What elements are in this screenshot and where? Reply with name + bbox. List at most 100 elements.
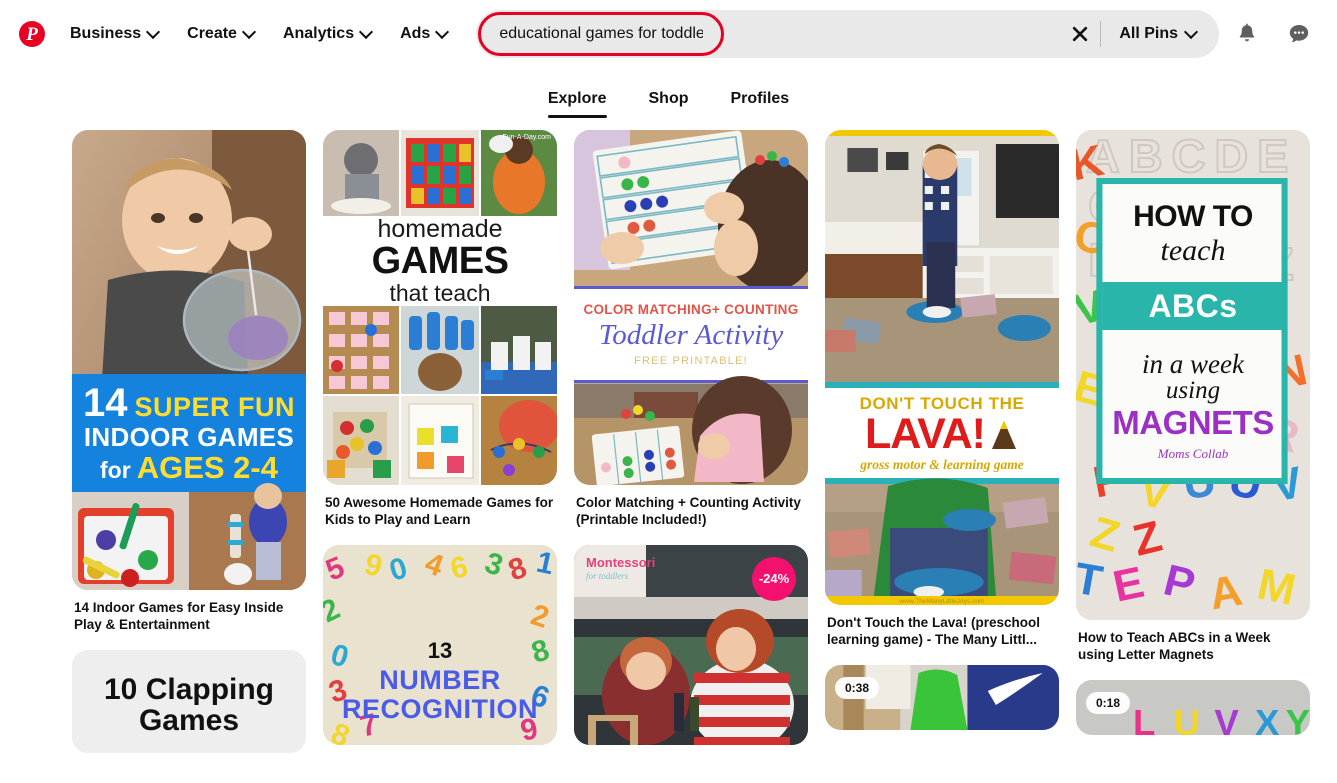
discount-badge: -24% <box>752 556 796 601</box>
pin-image-clapping-games[interactable]: 10 Clapping Games <box>72 649 306 753</box>
tab-shop-label: Shop <box>648 90 689 107</box>
nav-label-ads: Ads <box>400 25 431 42</box>
all-pins-filter-button[interactable]: All Pins <box>1101 15 1215 53</box>
tab-explore-label: Explore <box>547 90 607 107</box>
nav-label-business: Business <box>70 25 142 42</box>
overlay-line-7: Moms Collab <box>1157 446 1229 462</box>
overlay-line-3: that teach <box>389 279 491 306</box>
svg-text:Montessori: Montessori <box>586 555 655 570</box>
svg-text:for toddlers: for toddlers <box>586 571 629 581</box>
pin-overlay-text-3: in a week using MAGNETS Moms Collab <box>1076 332 1310 478</box>
pin-image-number-recognition[interactable]: 5 9 0 4 6 3 8 1 2 0 3 8 7 2 8 6 9 13 NUM… <box>323 544 557 745</box>
svg-text:C: C <box>1172 130 1206 182</box>
overlay-line-6: MAGNETS <box>1112 404 1274 442</box>
grid-column-3: COLOR MATCHING+ COUNTING Toddler Activit… <box>574 130 808 745</box>
pin-image-video-038[interactable]: 0:38 <box>825 664 1059 730</box>
nav-item-business[interactable]: Business <box>56 16 173 52</box>
bell-icon <box>1239 23 1255 42</box>
pin-title-homemade-games: 50 Awesome Homemade Games for Kids to Pl… <box>325 495 554 528</box>
tab-explore[interactable]: Explore <box>547 90 607 118</box>
pin-card-teach-abcs[interactable]: ABC DE OKM PZ K O V E N R I F V <box>1076 130 1310 664</box>
overlay-line-2: SUPER FUN <box>134 392 295 423</box>
pinterest-logo-button[interactable]: P <box>8 10 56 58</box>
pin-card-montessori[interactable]: Montessori for toddlers -24% <box>574 544 808 745</box>
video-duration-badge: 0:18 <box>1086 691 1131 714</box>
pin-card-dont-touch-lava[interactable]: www.TheManyLittleJoys.com DON'T TOUCH TH… <box>825 130 1059 649</box>
overlay-line-2: teach <box>1160 233 1226 267</box>
pin-image-color-matching[interactable]: COLOR MATCHING+ COUNTING Toddler Activit… <box>574 130 808 485</box>
search-input-container[interactable] <box>478 12 725 56</box>
pin-artwork: Fun-A-Day.com <box>323 130 557 485</box>
tab-profiles-label: Profiles <box>730 90 790 107</box>
overlay-line-2: LAVA! <box>865 409 986 458</box>
overlay-line-1: homemade <box>377 215 503 244</box>
tab-profiles[interactable]: Profiles <box>731 90 790 118</box>
messages-button[interactable] <box>1275 10 1323 58</box>
nav-label-analytics: Analytics <box>282 25 355 42</box>
overlay-line-1: 10 Clapping <box>103 672 275 706</box>
overlay-line-2: NUMBER <box>379 665 501 696</box>
svg-text:D: D <box>1214 130 1248 182</box>
pin-image-dont-touch-lava[interactable]: www.TheManyLittleJoys.com DON'T TOUCH TH… <box>825 130 1059 605</box>
chevron-down-icon <box>244 27 255 38</box>
overlay-line-2: Games <box>138 704 240 738</box>
notifications-button[interactable] <box>1223 10 1271 58</box>
pin-image-video-018[interactable]: L U V X Y 0:18 <box>1076 679 1310 735</box>
pin-card-homemade-games[interactable]: Fun-A-Day.com homemade GAMES that teach … <box>323 130 557 529</box>
overlay-line-5: using <box>1165 377 1221 405</box>
close-icon <box>1073 26 1088 42</box>
pin-overlay-text: HOW TO teach <box>1076 188 1310 280</box>
pin-title-color-matching: Color Matching + Counting Activity (Prin… <box>576 495 801 528</box>
pin-overlay-text: homemade GAMES that teach <box>323 215 557 306</box>
chevron-down-icon <box>437 27 448 38</box>
pin-card-number-recognition[interactable]: 5 9 0 4 6 3 8 1 2 0 3 8 7 2 8 6 9 13 NUM… <box>323 544 557 745</box>
video-duration-badge: 0:38 <box>835 676 880 699</box>
pin-card-video-018[interactable]: L U V X Y 0:18 <box>1076 679 1310 735</box>
pin-card-clapping-games[interactable]: 10 Clapping Games <box>72 649 306 753</box>
grid-column-1: 14 SUPER FUN INDOOR GAMES for AGES 2-4 1… <box>72 130 306 753</box>
overlay-line-1: HOW TO <box>1133 199 1253 233</box>
svg-text:www.TheManyLittleJoys.com: www.TheManyLittleJoys.com <box>898 598 985 605</box>
tab-shop[interactable]: Shop <box>649 90 689 118</box>
overlay-line-1: 13 <box>427 638 453 664</box>
svg-text:X: X <box>1255 702 1279 735</box>
overlay-line-2: GAMES <box>371 240 509 283</box>
pin-card-video-038[interactable]: 0:38 <box>825 664 1059 730</box>
search-bar: All Pins <box>476 10 1219 58</box>
pin-overlay-text: DON'T TOUCH THE LAVA! gross motor & lear… <box>825 388 1059 478</box>
nav-item-analytics[interactable]: Analytics <box>269 16 386 52</box>
pin-image-teach-abcs[interactable]: ABC DE OKM PZ K O V E N R I F V <box>1076 130 1310 620</box>
nav-item-create[interactable]: Create <box>173 16 269 52</box>
pin-title-dont-touch-lava: Don't Touch the Lava! (preschool learnin… <box>827 615 1040 648</box>
svg-text:V: V <box>1214 702 1238 735</box>
pin-card-indoor-games[interactable]: 14 SUPER FUN INDOOR GAMES for AGES 2-4 1… <box>72 130 306 634</box>
top-navigation-bar: P Business Create Analytics Ads All Pins <box>0 0 1337 68</box>
overlay-line-3: gross motor & learning game <box>860 456 1024 472</box>
search-input[interactable] <box>499 25 704 43</box>
pin-card-color-matching[interactable]: COLOR MATCHING+ COUNTING Toddler Activit… <box>574 130 808 529</box>
pin-image-indoor-games[interactable]: 14 SUPER FUN INDOOR GAMES for AGES 2-4 <box>72 130 306 590</box>
overlay-line-3: INDOOR GAMES <box>83 422 295 453</box>
pin-image-montessori[interactable]: Montessori for toddlers -24% <box>574 544 808 745</box>
pin-overlay-text-2: ABCs <box>1076 282 1310 330</box>
pin-image-homemade-games[interactable]: Fun-A-Day.com homemade GAMES that teach <box>323 130 557 485</box>
volcano-icon <box>992 421 1016 450</box>
overlay-line-3: ABCs <box>1148 288 1238 324</box>
nav-item-ads[interactable]: Ads <box>386 16 462 52</box>
pinterest-logo-icon: P <box>19 21 45 47</box>
overlay-line-2: Toddler Activity <box>598 319 784 352</box>
chevron-down-icon <box>361 27 372 38</box>
svg-text:U: U <box>1174 702 1200 735</box>
overlay-line-3: RECOGNITION <box>341 693 538 724</box>
chevron-down-icon <box>1186 27 1197 38</box>
svg-text:L: L <box>1133 702 1155 735</box>
svg-text:Fun-A-Day.com: Fun-A-Day.com <box>503 134 552 141</box>
overlay-line-3: FREE PRINTABLE! <box>634 355 748 368</box>
svg-text:Y: Y <box>1286 702 1310 735</box>
nav-label-create: Create <box>187 25 237 42</box>
overlay-line-1: 14 <box>82 381 128 426</box>
pin-results-grid: 14 SUPER FUN INDOOR GAMES for AGES 2-4 1… <box>0 130 1337 753</box>
grid-column-2: Fun-A-Day.com homemade GAMES that teach … <box>323 130 557 745</box>
chat-bubble-icon <box>1289 25 1309 43</box>
clear-search-button[interactable] <box>1060 14 1100 54</box>
